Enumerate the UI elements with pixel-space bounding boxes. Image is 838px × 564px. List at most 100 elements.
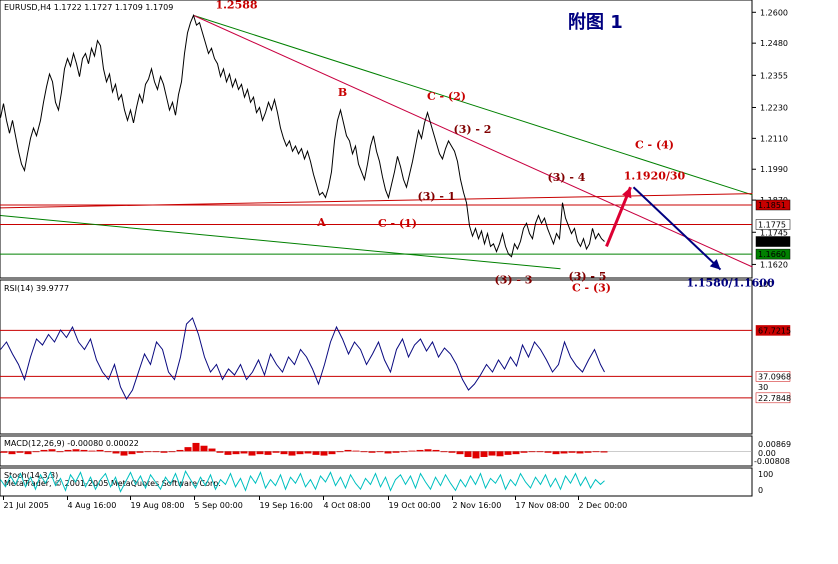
macd-label: MACD(12,26,9) -0.00080 0.00022 [4, 439, 139, 448]
rsi-panel [0, 279, 753, 435]
macd-histogram-bar [344, 449, 352, 452]
macd-histogram-bar [472, 451, 480, 459]
macd-histogram-bar [184, 447, 192, 452]
rsi-tick-30: 30 [758, 383, 768, 392]
macd-histogram-bar [488, 451, 496, 456]
macd-histogram-bar [200, 445, 208, 452]
rsi-label: RSI(14) 39.9777 [4, 284, 69, 293]
macd-tick-low: -0.00808 [754, 457, 790, 466]
rsi-level-text: 37.0968 [758, 372, 791, 381]
macd-histogram-bar [256, 451, 264, 455]
macd-histogram-bar [368, 451, 376, 453]
macd-histogram-bar [328, 451, 336, 455]
macd-histogram-bar [72, 449, 80, 452]
macd-histogram-bar [536, 451, 544, 453]
price-axis-tick-label: 1.2480 [760, 39, 788, 48]
chart-window: EURUSD,H4 1.1722 1.1727 1.1709 1.1709 附图… [0, 0, 838, 560]
stoch-tick-low: 0 [758, 486, 763, 495]
macd-histogram-bar [208, 448, 216, 452]
time-axis-tick-label: 4 Oct 08:00 [324, 501, 371, 510]
macd-histogram-bar [64, 449, 72, 452]
time-axis-tick-label: 4 Aug 16:00 [68, 501, 117, 510]
macd-histogram-bar [80, 449, 88, 452]
price-axis-tick-label: 1.1990 [760, 165, 788, 174]
wave-annotation: C - (1) [378, 217, 417, 230]
macd-histogram-bar [504, 451, 512, 455]
macd-histogram-bar [96, 449, 104, 452]
macd-histogram-bar [376, 451, 384, 453]
macd-histogram-bar [40, 449, 48, 452]
macd-histogram-bar [152, 451, 160, 453]
macd-histogram-bar [56, 451, 64, 453]
macd-histogram-bar [496, 451, 504, 457]
macd-histogram-bar [528, 451, 536, 453]
macd-histogram-bar [288, 451, 296, 456]
macd-histogram-bar [160, 451, 168, 453]
time-axis-tick-label: 19 Oct 00:00 [389, 501, 441, 510]
price-axis-tick-label: 1.1620 [760, 260, 788, 269]
macd-histogram-bar [320, 451, 328, 456]
macd-histogram-bar [216, 451, 224, 453]
macd-histogram-bar [384, 451, 392, 454]
time-axis-tick-label: 5 Sep 00:00 [195, 501, 243, 510]
price-label-text: 1.1709 [758, 238, 786, 247]
macd-histogram-bar [296, 451, 304, 455]
rsi-level-text: 67.7215 [758, 326, 791, 335]
rsi-level-text: 22.7848 [758, 394, 791, 403]
macd-histogram-bar [456, 451, 464, 455]
wave-annotation: 1.1920/30 [624, 170, 686, 183]
macd-histogram-bar [232, 451, 240, 455]
macd-histogram-bar [48, 449, 56, 452]
macd-histogram-bar [16, 451, 24, 453]
macd-histogram-bar [144, 451, 152, 453]
macd-histogram-bar [400, 451, 408, 453]
macd-histogram-bar [128, 451, 136, 455]
price-axis-tick-label: 1.2230 [760, 103, 788, 112]
macd-histogram-bar [280, 451, 288, 455]
macd-histogram-bar [560, 451, 568, 454]
wave-annotation: 1.2588 [215, 0, 257, 12]
macd-histogram-bar [88, 450, 96, 452]
macd-histogram-bar [120, 451, 128, 456]
macd-histogram-bar [520, 451, 528, 453]
time-axis-tick-label: 19 Sep 16:00 [260, 501, 313, 510]
macd-histogram-bar [168, 451, 176, 453]
macd-histogram-bar [240, 451, 248, 454]
chart-svg: EURUSD,H4 1.1722 1.1727 1.1709 1.1709 附图… [0, 0, 791, 510]
macd-histogram-bar [352, 450, 360, 452]
price-label-text: 1.1660 [758, 250, 786, 259]
macd-histogram-bar [544, 451, 552, 453]
price-axis-tick-label: 1.2600 [760, 8, 788, 17]
macd-histogram-bar [304, 451, 312, 454]
macd-histogram-bar [8, 451, 16, 455]
time-axis-tick-label: 17 Nov 08:00 [516, 501, 570, 510]
wave-annotation: (3) - 2 [454, 123, 492, 136]
macd-histogram-bar [272, 451, 280, 453]
price-label-text: 1.1775 [758, 221, 786, 230]
macd-tick-high: 0.00869 [758, 440, 791, 449]
wave-annotation: C - (3) [572, 281, 611, 294]
macd-histogram-bar [264, 451, 272, 455]
macd-histogram-bar [552, 451, 560, 455]
macd-histogram-bar [408, 450, 416, 452]
figure-label: 附图 1 [568, 11, 623, 33]
time-axis-tick-label: 19 Aug 08:00 [131, 501, 185, 510]
macd-histogram-bar [192, 442, 200, 452]
wave-annotation: C - (4) [635, 139, 674, 152]
macd-histogram-bar [416, 449, 424, 452]
macd-histogram-bar [424, 449, 432, 452]
macd-histogram-bar [104, 451, 112, 453]
time-axis-tick-label: 2 Nov 16:00 [453, 501, 502, 510]
wave-annotation: C - (2) [427, 90, 466, 103]
wave-annotation: (3) - 1 [418, 190, 456, 203]
macd-histogram-bar [360, 451, 368, 453]
macd-histogram-bar [136, 451, 144, 453]
macd-histogram-bar [432, 449, 440, 452]
macd-histogram-bar [568, 451, 576, 453]
stoch-tick-high: 100 [758, 470, 773, 479]
macd-histogram-bar [448, 451, 456, 453]
macd-histogram-bar [584, 451, 592, 453]
time-axis-tick-label: 2 Dec 00:00 [579, 501, 628, 510]
macd-histogram-bar [176, 449, 184, 452]
time-axis-tick-label: 21 Jul 2005 [4, 501, 49, 510]
